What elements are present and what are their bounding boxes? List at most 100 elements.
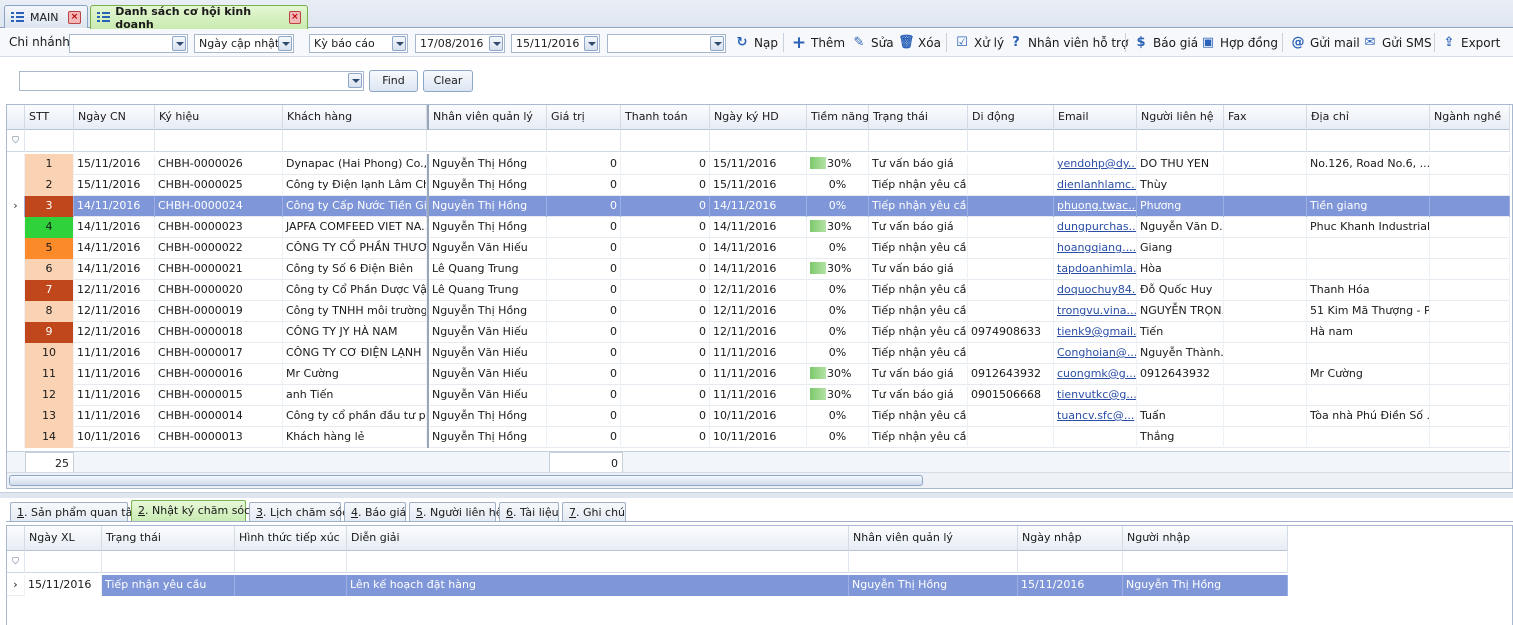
row-indicator[interactable] [7,364,25,385]
care-filter-cell-entry_date[interactable] [1018,551,1123,573]
care-column-header-entered_by[interactable]: Người nhập [1123,526,1288,551]
filter-cell-paid[interactable] [621,130,710,152]
tab-detail-1[interactable]: 1. Sản phẩm quan tâm [10,502,143,521]
chevron-down-icon[interactable] [489,36,503,51]
email-link[interactable]: tienvutkc@g... [1057,388,1136,401]
filter-cell-mobile[interactable] [968,130,1054,152]
table-row[interactable]: 1 15/11/2016 CHBH-0000026 Dynapac (Hai Phon… [7,154,1510,175]
date-to-picker[interactable]: 15/11/2016 [511,34,600,53]
row-indicator[interactable]: › [7,196,25,217]
table-row[interactable]: 10 11/11/2016 CHBH-0000017 CÔNG TY CƠ ĐIỆN … [7,343,1510,364]
filter-cell-value[interactable] [547,130,621,152]
column-header-fax[interactable]: Fax [1224,105,1307,130]
row-indicator[interactable] [7,175,25,196]
tab-main[interactable]: MAIN × [4,5,88,28]
column-header-date[interactable]: Ngày CN [74,105,155,130]
column-header-potential[interactable]: Tiềm năng [807,105,869,130]
column-header-code[interactable]: Ký hiệu [155,105,283,130]
send-sms-button[interactable]: ✉ Gửi SMS [1362,33,1432,53]
send-mail-button[interactable]: @ Gửi mail [1290,33,1360,53]
row-indicator[interactable]: › [7,575,25,596]
close-icon[interactable]: × [68,10,81,24]
care-filter-cell-status[interactable] [102,551,235,573]
extra-filter-select[interactable] [607,34,726,53]
table-row[interactable]: 7 12/11/2016 CHBH-0000020 Công ty Cổ Phần D… [7,280,1510,301]
column-header-email[interactable]: Email [1054,105,1137,130]
filter-cell-customer[interactable] [283,130,427,152]
tab-detail-7[interactable]: 7. Ghi chú [562,502,626,521]
email-link[interactable]: cuongmk@g... [1057,367,1136,380]
scrollbar-thumb[interactable] [9,475,923,486]
tab-detail-3[interactable]: 3. Lịch chăm sóc [249,502,348,521]
column-header-stt[interactable]: STT [25,105,74,130]
chevron-down-icon[interactable] [348,73,362,88]
column-header-mobile[interactable]: Di động [968,105,1054,130]
row-indicator[interactable] [7,301,25,322]
clear-button[interactable]: Clear [423,70,473,92]
filter-cell-contact[interactable] [1137,130,1224,152]
filter-cell-staff[interactable] [427,130,547,152]
email-link[interactable]: doquochuy84... [1057,283,1136,296]
chevron-down-icon[interactable] [172,36,186,51]
find-button[interactable]: Find [369,70,418,92]
care-log-filter-row[interactable]: ⛉ [7,551,1288,573]
row-indicator[interactable] [7,238,25,259]
tab-detail-6[interactable]: 6. Tài liệu [499,502,559,521]
filter-cell-industry[interactable] [1430,130,1510,152]
export-button[interactable]: ⇪ Export [1441,33,1501,53]
table-row[interactable]: 2 15/11/2016 CHBH-0000025 Công ty Điện lạnh… [7,175,1510,196]
close-icon[interactable]: × [288,11,302,24]
email-link[interactable]: yendohp@dy... [1057,157,1136,170]
email-link[interactable]: Conghoian@... [1057,346,1136,359]
care-filter-cell-entered_by[interactable] [1123,551,1288,573]
reload-button[interactable]: ↻ Nạp [734,33,778,53]
contract-button[interactable]: ▣ Hợp đồng [1200,33,1278,53]
table-row[interactable]: 14 10/11/2016 CHBH-0000013 Khách hàng lẻ Ngu… [7,427,1510,448]
row-indicator[interactable] [7,427,25,448]
tab-detail-4[interactable]: 4. Báo giá [344,502,406,521]
care-log-row[interactable]: › 15/11/2016 Tiếp nhận yêu cầu Lên kế hoạch… [7,575,1288,596]
date-from-picker[interactable]: 17/08/2016 [415,34,505,53]
row-indicator[interactable] [7,343,25,364]
filter-cell-stt[interactable] [25,130,74,152]
table-row[interactable]: 12 11/11/2016 CHBH-0000015 anh Tiến Nguyễn V… [7,385,1510,406]
row-indicator[interactable] [7,322,25,343]
care-column-header-entry_date[interactable]: Ngày nhập [1018,526,1123,551]
table-row[interactable]: › 3 14/11/2016 CHBH-0000024 Công ty Cấp Nước… [7,196,1510,217]
row-indicator[interactable] [7,259,25,280]
filter-cell-fax[interactable] [1224,130,1307,152]
care-column-header-staff[interactable]: Nhân viên quản lý [849,526,1018,551]
table-row[interactable]: 4 14/11/2016 CHBH-0000023 JAPFA COMFEED VIE… [7,217,1510,238]
table-row[interactable]: 9 12/11/2016 CHBH-0000018 CÔNG TY JY HÀ NAM… [7,322,1510,343]
care-filter-cell-method[interactable] [235,551,347,573]
column-header-value[interactable]: Giá trị [547,105,621,130]
row-indicator[interactable] [7,280,25,301]
filter-cell-date[interactable] [74,130,155,152]
period-select[interactable]: Kỳ báo cáo [309,34,408,53]
support-staff-button[interactable]: ? Nhân viên hỗ trợ [1008,33,1128,53]
email-link[interactable]: tienk9@gmail... [1057,325,1136,338]
column-header-signed[interactable]: Ngày ký HD [710,105,807,130]
filter-cell-potential[interactable] [807,130,869,152]
table-row[interactable]: 13 11/11/2016 CHBH-0000014 Công ty cổ phần … [7,406,1510,427]
filter-cell-email[interactable] [1054,130,1137,152]
tab-detail-5[interactable]: 5. Người liên hệ [409,502,503,521]
column-header-industry[interactable]: Ngành nghề [1430,105,1510,130]
email-link[interactable]: trongvu.vina... [1057,304,1136,317]
panel-splitter[interactable] [0,492,1513,498]
filter-row[interactable]: ⛉ [7,130,1510,152]
table-row[interactable]: 11 11/11/2016 CHBH-0000016 Mr Cường Nguyễn V… [7,364,1510,385]
column-header-paid[interactable]: Thanh toán [621,105,710,130]
branch-select[interactable] [69,34,188,53]
chevron-down-icon[interactable] [710,36,724,51]
column-header-address[interactable]: Địa chỉ [1307,105,1430,130]
column-header-contact[interactable]: Người liên hệ [1137,105,1224,130]
table-row[interactable]: 5 14/11/2016 CHBH-0000022 CÔNG TY CỔ PHẦN T… [7,238,1510,259]
chevron-down-icon[interactable] [392,36,406,51]
search-input[interactable] [19,71,364,91]
email-link[interactable]: phuong.twac... [1057,199,1136,212]
row-indicator[interactable] [7,406,25,427]
email-link[interactable]: dungpurchas... [1057,220,1136,233]
table-row[interactable]: 8 12/11/2016 CHBH-0000019 Công ty TNHH môi … [7,301,1510,322]
table-row[interactable]: 6 14/11/2016 CHBH-0000021 Công ty Số 6 Điện… [7,259,1510,280]
